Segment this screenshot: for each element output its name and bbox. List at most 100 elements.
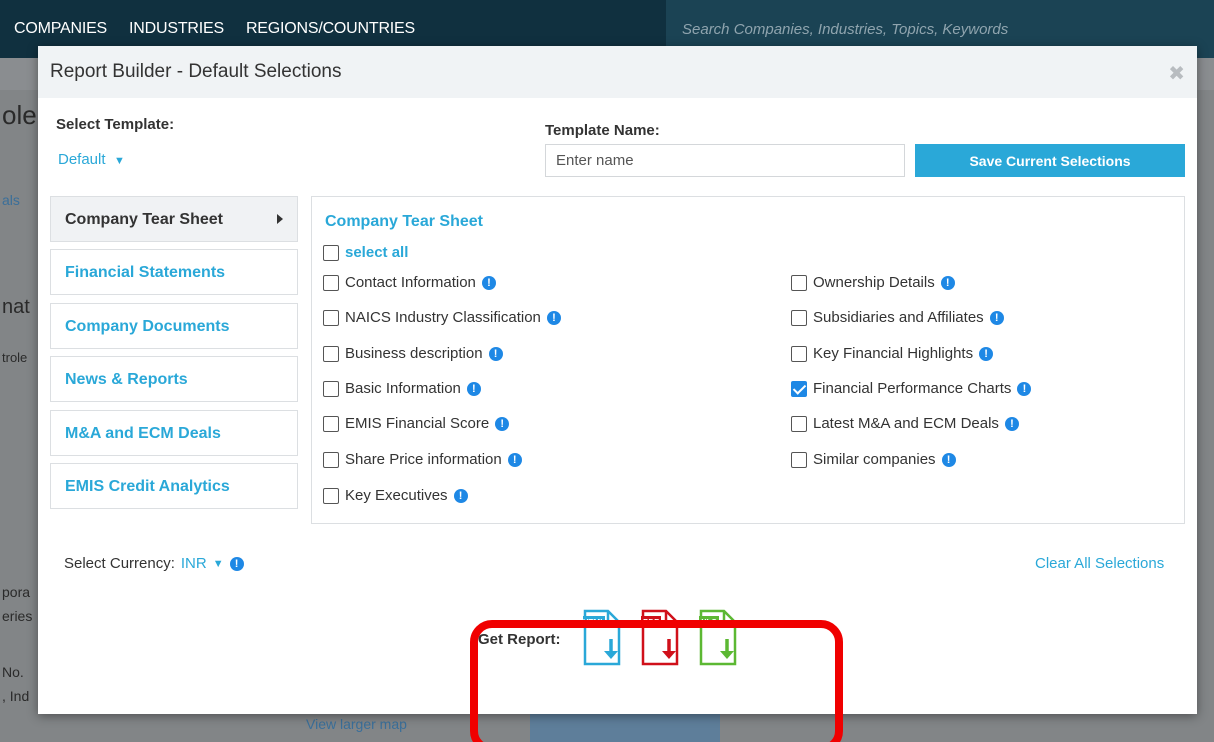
checkbox[interactable]: [323, 274, 339, 291]
info-icon[interactable]: !: [466, 381, 481, 396]
option-label: NAICS Industry Classification: [345, 309, 541, 326]
option-label: EMIS Financial Score: [345, 415, 490, 432]
template-value: Default: [58, 151, 106, 168]
dropdown-arrow-icon[interactable]: ▼: [213, 558, 224, 570]
menu-item-label: Company Tear Sheet: [65, 211, 223, 228]
template-name-input[interactable]: [545, 144, 905, 177]
save-current-selections-button[interactable]: Save Current Selections: [915, 144, 1185, 177]
option-label: Subsidiaries and Affiliates: [813, 309, 984, 326]
menu-item-company-tear-sheet[interactable]: Company Tear Sheet: [50, 196, 298, 242]
option-label: Basic Information: [345, 380, 461, 397]
checkbox[interactable]: [791, 274, 807, 291]
info-icon[interactable]: !: [546, 310, 561, 325]
option-emis-financial-score[interactable]: EMIS Financial Score !: [323, 415, 510, 432]
currency-value[interactable]: INR: [181, 555, 207, 572]
checkbox[interactable]: [323, 345, 339, 362]
menu-item-emis-credit-analytics[interactable]: EMIS Credit Analytics: [50, 463, 298, 509]
option-ownership-details[interactable]: Ownership Details !: [791, 274, 955, 291]
bg-fragment: pora: [2, 584, 31, 600]
option-label: Similar companies: [813, 451, 936, 468]
info-icon[interactable]: !: [453, 488, 468, 503]
option-latest-ma-ecm-deals[interactable]: Latest M&A and ECM Deals !: [791, 415, 1019, 432]
option-similar-companies[interactable]: Similar companies !: [791, 451, 956, 468]
checkbox[interactable]: [323, 487, 339, 504]
option-subsidiaries-affiliates[interactable]: Subsidiaries and Affiliates !: [791, 309, 1004, 326]
info-icon[interactable]: !: [495, 416, 510, 431]
info-icon[interactable]: !: [1017, 381, 1032, 396]
option-label: Key Financial Highlights: [813, 345, 974, 362]
menu-item-news-reports[interactable]: News & Reports: [50, 356, 298, 402]
checkbox[interactable]: [791, 451, 807, 468]
info-icon[interactable]: !: [989, 310, 1004, 325]
option-business-description[interactable]: Business description !: [323, 345, 503, 362]
info-icon[interactable]: !: [481, 275, 496, 290]
info-icon[interactable]: !: [940, 275, 955, 290]
close-icon[interactable]: ✖: [1168, 61, 1185, 86]
menu-item-label: Company Documents: [65, 318, 230, 335]
bg-fragment: ole: [2, 100, 37, 130]
caret-right-icon: [277, 214, 283, 224]
select-all-label: select all: [345, 244, 409, 261]
option-label: Financial Performance Charts: [813, 380, 1012, 397]
checkbox[interactable]: [791, 415, 807, 432]
option-key-financial-highlights[interactable]: Key Financial Highlights !: [791, 345, 994, 362]
modal-title: Report Builder - Default Selections: [50, 61, 342, 82]
currency-selector: Select Currency: INR ▼ !: [64, 555, 244, 572]
checkbox[interactable]: [323, 415, 339, 432]
checkbox[interactable]: [791, 345, 807, 362]
option-contact-information[interactable]: Contact Information !: [323, 274, 496, 291]
bg-fragment: als: [2, 192, 20, 208]
menu-item-label: News & Reports: [65, 371, 188, 388]
info-icon[interactable]: !: [229, 556, 244, 571]
info-icon[interactable]: !: [1004, 416, 1019, 431]
dropdown-arrow-icon: ▼: [113, 155, 125, 167]
option-label: Share Price information: [345, 451, 502, 468]
bg-fragment: trole: [2, 350, 28, 365]
clear-all-selections-link[interactable]: Clear All Selections: [1035, 555, 1164, 572]
option-label: Latest M&A and ECM Deals: [813, 415, 999, 432]
template-name-label: Template Name:: [545, 122, 660, 139]
bg-fragment: No.: [2, 664, 24, 680]
menu-item-label: EMIS Credit Analytics: [65, 478, 230, 495]
bg-fragment: nat: [2, 296, 30, 318]
option-label: Business description: [345, 345, 483, 362]
view-larger-map-link[interactable]: View larger map: [306, 716, 407, 732]
checkbox[interactable]: [323, 451, 339, 468]
modal-header: Report Builder - Default Selections ✖: [38, 46, 1197, 98]
options-panel: Company Tear Sheet select all Contact In…: [311, 196, 1185, 524]
checkbox-checked[interactable]: [791, 380, 807, 397]
option-key-executives[interactable]: Key Executives !: [323, 487, 468, 504]
info-icon[interactable]: !: [979, 346, 994, 361]
option-label: Contact Information: [345, 274, 476, 291]
nav-industries[interactable]: INDUSTRIES: [129, 20, 224, 38]
checkbox[interactable]: [323, 309, 339, 326]
select-template-label: Select Template:: [56, 116, 175, 133]
menu-item-company-documents[interactable]: Company Documents: [50, 303, 298, 349]
bg-fragment: , Ind: [2, 688, 30, 704]
info-icon[interactable]: !: [941, 452, 956, 467]
nav-companies[interactable]: COMPANIES: [14, 20, 107, 38]
checkbox[interactable]: [323, 244, 339, 261]
checkbox[interactable]: [323, 380, 339, 397]
info-icon[interactable]: !: [488, 346, 503, 361]
search-placeholder: Search Companies, Industries, Topics, Ke…: [682, 21, 1009, 38]
report-builder-modal: Report Builder - Default Selections ✖ Se…: [38, 46, 1197, 742]
option-basic-information[interactable]: Basic Information !: [323, 380, 481, 397]
currency-label: Select Currency:: [64, 555, 175, 572]
option-naics-classification[interactable]: NAICS Industry Classification !: [323, 309, 561, 326]
menu-item-financial-statements[interactable]: Financial Statements: [50, 249, 298, 295]
option-share-price-information[interactable]: Share Price information !: [323, 451, 522, 468]
option-financial-performance-charts[interactable]: Financial Performance Charts !: [791, 380, 1032, 397]
nav-links: COMPANIES INDUSTRIES REGIONS/COUNTRIES: [14, 20, 415, 38]
select-all-checkbox[interactable]: select all: [323, 244, 408, 261]
menu-item-label: M&A and ECM Deals: [65, 425, 221, 442]
menu-item-ma-ecm-deals[interactable]: M&A and ECM Deals: [50, 410, 298, 456]
menu-item-label: Financial Statements: [65, 264, 226, 281]
option-label: Key Executives: [345, 487, 448, 504]
option-label: Ownership Details: [813, 274, 935, 291]
highlight-annotation: [470, 620, 843, 742]
template-dropdown[interactable]: Default ▼: [58, 151, 125, 169]
nav-regions[interactable]: REGIONS/COUNTRIES: [246, 20, 415, 38]
info-icon[interactable]: !: [507, 452, 522, 467]
checkbox[interactable]: [791, 309, 807, 326]
